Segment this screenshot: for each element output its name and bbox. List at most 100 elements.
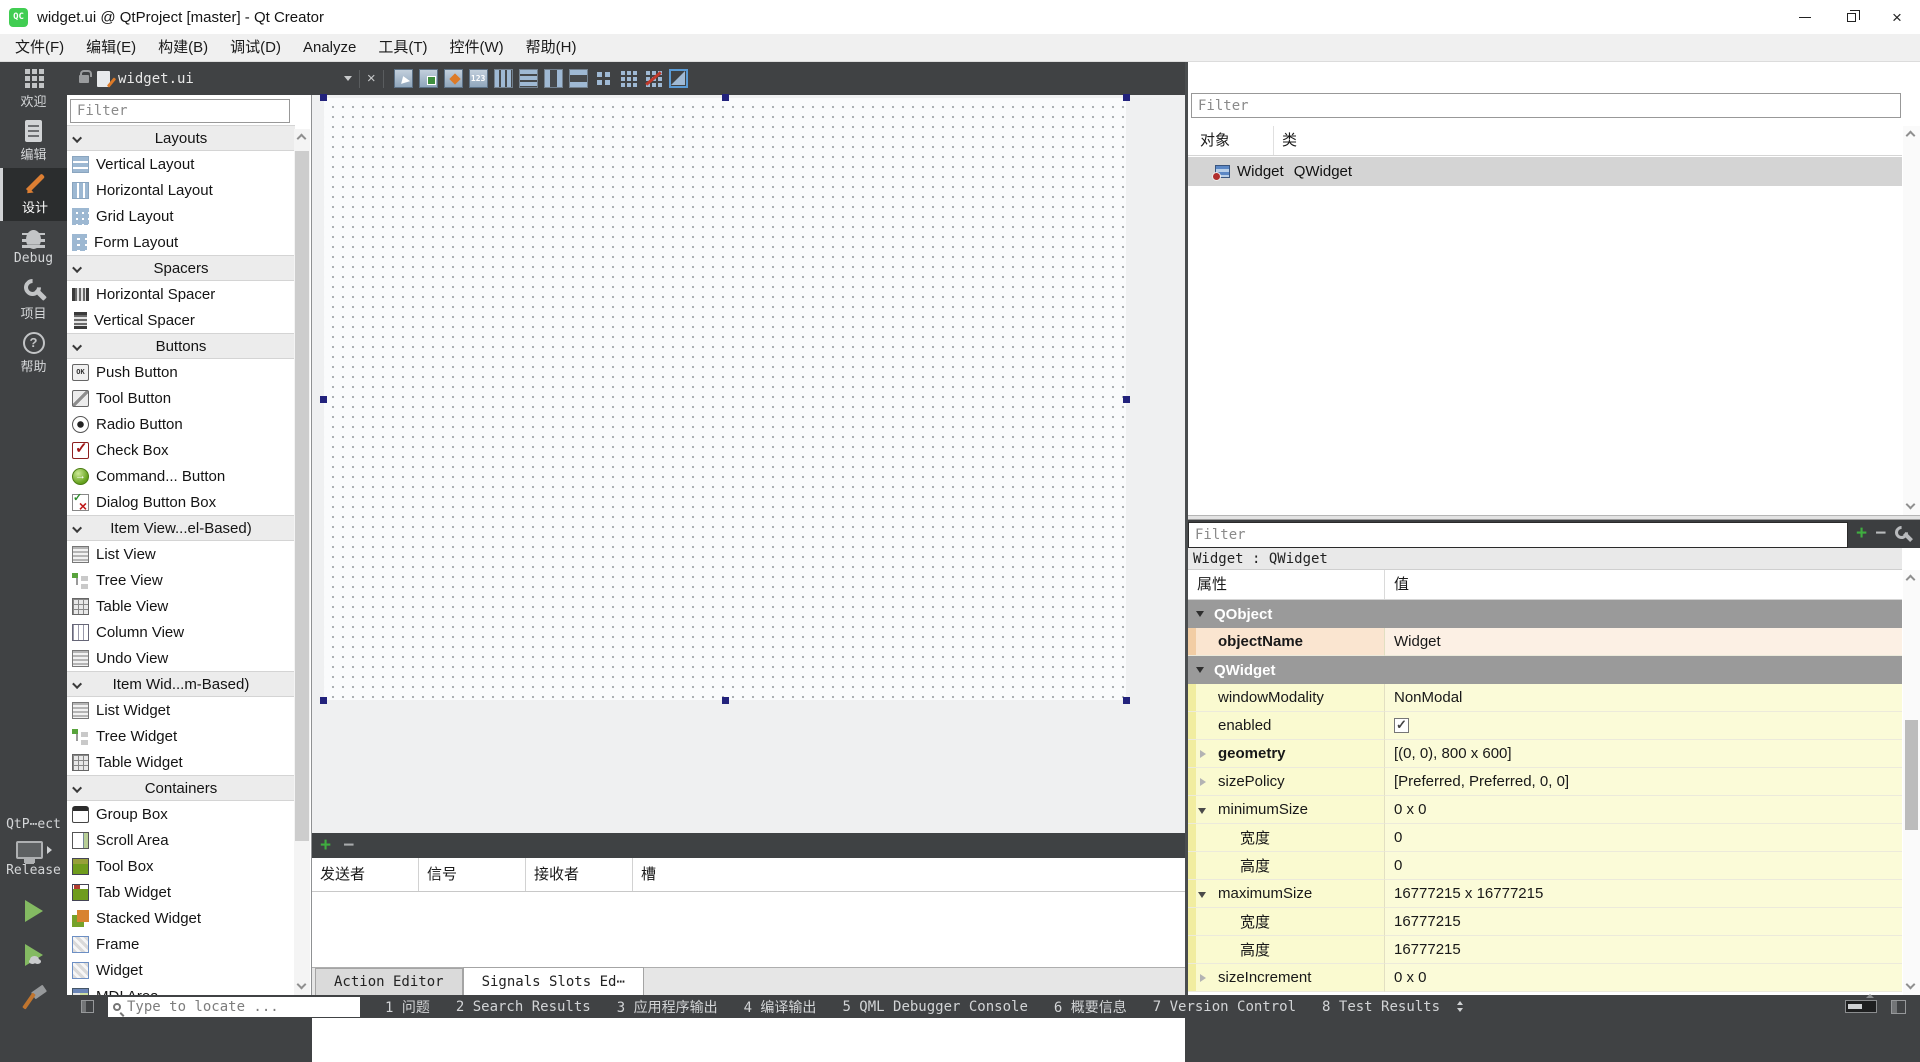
property-editor-scrollbar[interactable]: [1903, 570, 1920, 995]
property-expand-chevron-icon[interactable]: [1196, 611, 1204, 617]
edit-widgets-icon[interactable]: [393, 69, 413, 88]
widget-box-row[interactable]: Undo View: [67, 645, 295, 671]
menu-item[interactable]: Analyze: [292, 34, 367, 62]
signal-column-header[interactable]: 槽: [633, 858, 1185, 891]
output-pane-button[interactable]: 6 概要信息: [1041, 997, 1140, 1017]
property-row[interactable]: windowModality NonModal: [1188, 684, 1902, 712]
widget-box-row[interactable]: Item View...el-Based): [67, 515, 295, 541]
output-pane-button[interactable]: 4 编译输出: [731, 997, 830, 1017]
document-dropdown-icon[interactable]: [343, 76, 352, 81]
widget-box-row[interactable]: Tree View: [67, 567, 295, 593]
property-expand-chevron-icon[interactable]: [1198, 892, 1206, 898]
property-expand-chevron-icon[interactable]: [1198, 808, 1206, 814]
layout-vertically-icon[interactable]: [518, 69, 538, 88]
scroll-down-button[interactable]: [1903, 499, 1919, 515]
property-row[interactable]: enabled: [1188, 712, 1902, 740]
property-expand-chevron-icon[interactable]: [1200, 778, 1206, 786]
widget-box-row[interactable]: Frame: [67, 931, 295, 957]
output-pane-button[interactable]: 2 Search Results: [443, 999, 604, 1015]
build-progress-indicator[interactable]: [1845, 994, 1877, 1013]
widget-box-row[interactable]: List View: [67, 541, 295, 567]
widget-box-row[interactable]: Tool Box: [67, 853, 295, 879]
class-column-header[interactable]: 类: [1273, 126, 1902, 155]
property-row[interactable]: sizeIncrement 0 x 0: [1188, 964, 1902, 992]
resize-handle-bottom-right[interactable]: [1123, 697, 1130, 704]
layout-grid-icon[interactable]: [619, 69, 638, 88]
edit-signals-slots-icon[interactable]: [418, 69, 438, 88]
property-row[interactable]: QObject: [1188, 600, 1902, 628]
widget-box-row[interactable]: Form Layout: [67, 229, 295, 255]
resize-handle-bottom-middle[interactable]: [722, 697, 729, 704]
widget-box-row[interactable]: Check Box: [67, 437, 295, 463]
open-document-name[interactable]: widget.ui: [118, 71, 194, 87]
widget-box-row[interactable]: Tool Button: [67, 385, 295, 411]
form-design-canvas[interactable]: [320, 94, 1130, 704]
output-pane-button[interactable]: 1 问题: [372, 997, 443, 1017]
scroll-up-button[interactable]: [1903, 126, 1919, 142]
property-filter-input[interactable]: [1188, 521, 1848, 548]
tab-action-editor[interactable]: Action Editor: [315, 968, 463, 995]
output-pane-button[interactable]: 3 应用程序输出: [604, 997, 731, 1017]
locator-input[interactable]: [127, 998, 337, 1015]
resize-handle-middle-left[interactable]: [320, 396, 327, 403]
widget-box-row[interactable]: Layouts: [67, 125, 295, 151]
menu-item[interactable]: 文件(F): [4, 34, 75, 62]
scroll-down-button[interactable]: [294, 979, 310, 995]
widget-box-scrollbar[interactable]: [294, 129, 310, 995]
property-expand-chevron-icon[interactable]: [1196, 667, 1204, 673]
adjust-size-icon[interactable]: [668, 69, 688, 88]
scroll-down-button[interactable]: [1903, 979, 1919, 995]
scrollbar-thumb[interactable]: [295, 151, 309, 841]
output-pane-arrows-icon[interactable]: [1455, 1000, 1465, 1013]
widget-box-filter-input[interactable]: [70, 99, 290, 123]
kit-selector-button[interactable]: [15, 841, 52, 863]
widget-box-row[interactable]: Item Wid...m-Based): [67, 671, 295, 697]
layout-vertical-splitter-icon[interactable]: [568, 69, 588, 88]
mode-debug[interactable]: Debug: [0, 221, 67, 274]
toggle-right-sidebar-icon[interactable]: [1891, 999, 1906, 1014]
property-row[interactable]: objectName Widget: [1188, 628, 1902, 656]
resize-handle-top-right[interactable]: [1123, 94, 1130, 101]
mode-edit[interactable]: 编辑: [0, 115, 67, 168]
widget-box-row[interactable]: Spacers: [67, 255, 295, 281]
signal-column-header[interactable]: 发送者: [312, 858, 419, 891]
widget-box-row[interactable]: Grid Layout: [67, 203, 295, 229]
property-row[interactable]: minimumSize 0 x 0: [1188, 796, 1902, 824]
mode-design[interactable]: 设计: [0, 168, 67, 221]
property-expand-chevron-icon[interactable]: [1200, 974, 1206, 982]
layout-horizontally-icon[interactable]: [493, 69, 513, 88]
widget-box-row[interactable]: Tab Widget: [67, 879, 295, 905]
widget-box-row[interactable]: List Widget: [67, 697, 295, 723]
edit-tab-order-icon[interactable]: [468, 69, 488, 88]
widget-box-row[interactable]: Widget: [67, 957, 295, 983]
close-button[interactable]: ×: [1874, 0, 1920, 34]
menu-item[interactable]: 工具(T): [367, 34, 438, 62]
mode-projects[interactable]: 项目: [0, 274, 67, 327]
menu-item[interactable]: 调试(D): [219, 34, 292, 62]
scroll-up-button[interactable]: [294, 129, 310, 145]
kit-selector-label[interactable]: QtP⋯ect: [6, 817, 61, 832]
property-row[interactable]: 宽度 16777215: [1188, 908, 1902, 936]
signal-column-header[interactable]: 信号: [419, 858, 526, 891]
output-pane-button[interactable]: 7 Version Control: [1140, 999, 1309, 1015]
resize-handle-bottom-left[interactable]: [320, 697, 327, 704]
property-row[interactable]: 高度 16777215: [1188, 936, 1902, 964]
widget-box-row[interactable]: Tree Widget: [67, 723, 295, 749]
resize-handle-top-left[interactable]: [320, 94, 327, 101]
output-pane-button[interactable]: 5 QML Debugger Console: [829, 999, 1040, 1015]
widget-box-row[interactable]: Column View: [67, 619, 295, 645]
widget-box-row[interactable]: Stacked Widget: [67, 905, 295, 931]
add-signal-button[interactable]: +: [320, 833, 331, 858]
widget-box-row[interactable]: Dialog Button Box: [67, 489, 295, 515]
widget-box-row[interactable]: Table Widget: [67, 749, 295, 775]
property-expand-chevron-icon[interactable]: [1200, 750, 1206, 758]
property-row[interactable]: QWidget: [1188, 656, 1902, 684]
scrollbar-thumb[interactable]: [1905, 720, 1918, 830]
widget-box-row[interactable]: Vertical Spacer: [67, 307, 295, 333]
property-row[interactable]: geometry [(0, 0), 800 x 600]: [1188, 740, 1902, 768]
edit-buddies-icon[interactable]: [443, 69, 463, 88]
widget-box-row[interactable]: Scroll Area: [67, 827, 295, 853]
add-dynamic-property-button[interactable]: +: [1856, 520, 1867, 548]
widget-box-row[interactable]: Containers: [67, 775, 295, 801]
break-layout-icon[interactable]: [644, 69, 663, 88]
